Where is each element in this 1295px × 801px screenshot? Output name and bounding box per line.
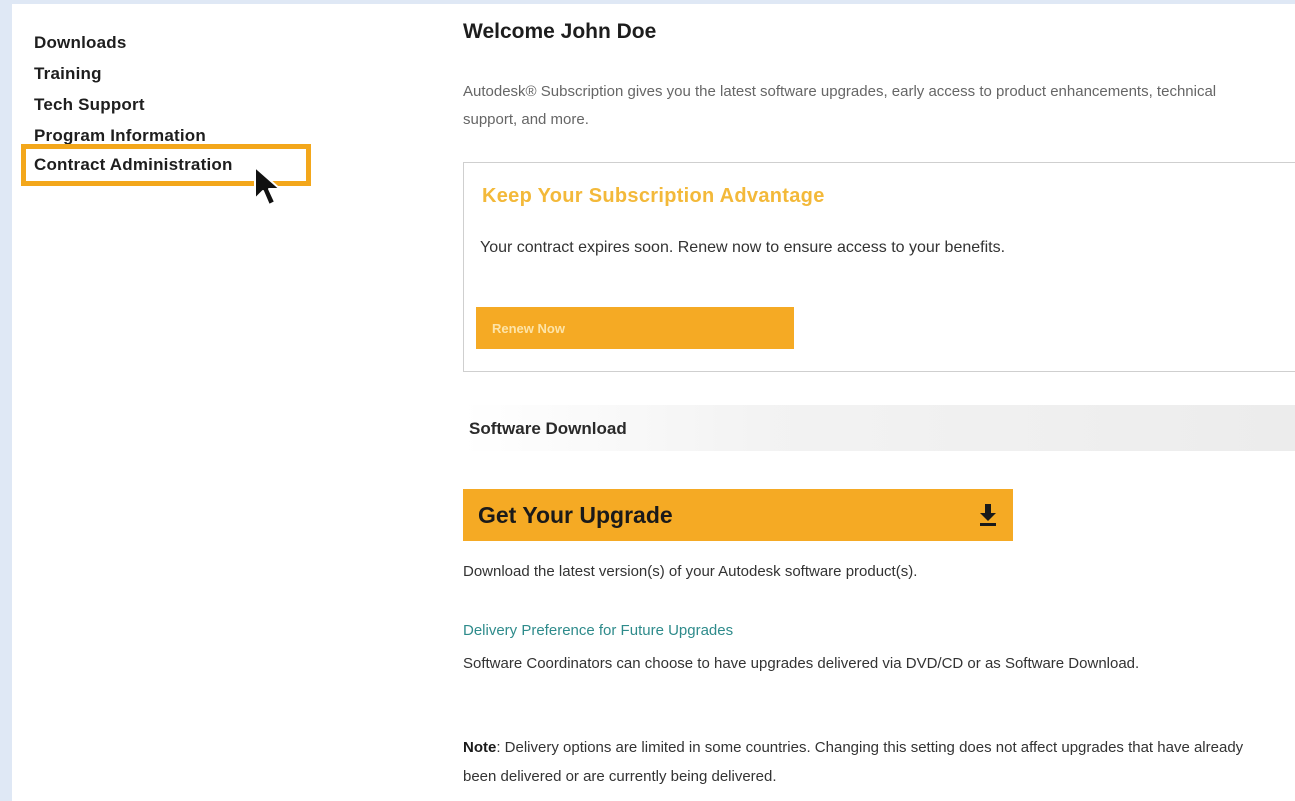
mouse-pointer-icon	[254, 166, 281, 206]
subscription-box: Keep Your Subscription Advantage Your co…	[463, 162, 1295, 372]
note-text: : Delivery options are limited in some c…	[463, 739, 1244, 785]
delivery-note: Note: Delivery options are limited in so…	[463, 733, 1263, 791]
note-label: Note	[463, 739, 497, 756]
sidebar-item-downloads[interactable]: Downloads	[34, 27, 334, 58]
sidebar-nav: Downloads Training Tech Support Program …	[21, 27, 334, 186]
page-title: Welcome John Doe	[463, 20, 657, 43]
sidebar-item-tech-support[interactable]: Tech Support	[34, 89, 334, 120]
subscription-box-text: Your contract expires soon. Renew now to…	[480, 239, 1006, 256]
upgrade-description: Download the latest version(s) of your A…	[463, 563, 918, 580]
subscription-box-title: Keep Your Subscription Advantage	[482, 185, 825, 207]
software-download-section-header: Software Download	[463, 405, 1295, 451]
get-upgrade-button[interactable]: Get Your Upgrade	[463, 489, 1013, 541]
intro-text: Autodesk® Subscription gives you the lat…	[463, 83, 1217, 128]
delivery-preference-link[interactable]: Delivery Preference for Future Upgrades	[463, 622, 733, 639]
download-icon	[980, 504, 996, 526]
sidebar-item-training[interactable]: Training	[34, 58, 334, 89]
section-title: Software Download	[469, 419, 627, 438]
sidebar-item-program-information[interactable]: Program Information	[34, 120, 334, 151]
renew-now-button[interactable]: Renew Now	[476, 307, 794, 349]
delivery-description: Software Coordinators can choose to have…	[463, 655, 1140, 672]
get-upgrade-label: Get Your Upgrade	[478, 502, 673, 528]
